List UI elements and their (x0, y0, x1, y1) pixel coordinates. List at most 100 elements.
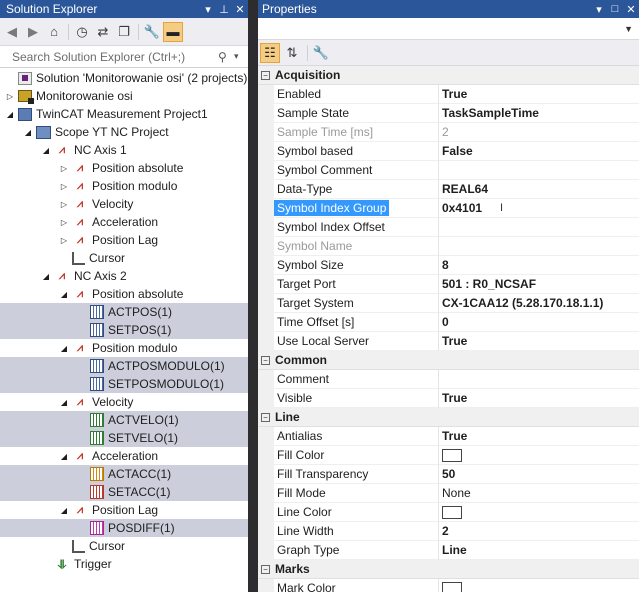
property-row[interactable]: Symbol Size 8 (258, 256, 639, 275)
tree-item[interactable]: ◢ Scope YT NC Project (0, 123, 248, 141)
property-row[interactable]: Fill Mode None (258, 484, 639, 503)
collapse-box-icon[interactable]: − (261, 355, 270, 365)
property-row[interactable]: Mark Color (258, 579, 639, 592)
property-value-cell[interactable]: 0x4101 (439, 199, 639, 218)
property-row[interactable]: Time Offset [s] 0 (258, 313, 639, 332)
property-value-cell[interactable]: None (439, 484, 639, 503)
property-row[interactable]: Antialias True (258, 427, 639, 446)
property-value-cell[interactable] (439, 370, 639, 389)
property-value-cell[interactable] (439, 446, 639, 465)
property-row[interactable]: Line Width 2 (258, 522, 639, 541)
tree-item[interactable]: ◢ ⩘ NC Axis 1 (0, 141, 248, 159)
tree-item[interactable]: Cursor (0, 537, 248, 555)
property-name-cell[interactable]: Symbol Comment (274, 161, 439, 180)
property-row[interactable]: Line Color (258, 503, 639, 522)
expanded-triangle-icon[interactable]: ◢ (4, 105, 16, 123)
property-value-cell[interactable]: 2 (439, 123, 639, 142)
expanded-triangle-icon[interactable]: ◢ (40, 267, 52, 285)
collapsed-triangle-icon[interactable]: ▷ (58, 177, 70, 195)
property-row[interactable]: Target System CX-1CAA12 (5.28.170.18.1.1) (258, 294, 639, 313)
property-name-cell[interactable]: Symbol Size (274, 256, 439, 275)
tree-item[interactable]: ▷ ⩘ Acceleration (0, 213, 248, 231)
property-name-cell[interactable]: Symbol based (274, 142, 439, 161)
property-name-cell[interactable]: Use Local Server (274, 332, 439, 351)
tree-item[interactable]: ▷ ⩘ Position absolute (0, 159, 248, 177)
property-name-cell[interactable]: Enabled (274, 85, 439, 104)
preview-selected-icon[interactable]: ▬ (163, 21, 183, 42)
sync-icon[interactable]: ⇄ (93, 22, 113, 42)
property-name-cell[interactable]: Comment (274, 370, 439, 389)
close-icon[interactable]: ✕ (232, 3, 248, 16)
tree-item[interactable]: SETPOSMODULO(1) (0, 375, 248, 393)
expanded-triangle-icon[interactable]: ◢ (58, 501, 70, 519)
property-name-cell[interactable]: Line Width (274, 522, 439, 541)
search-options-dropdown-icon[interactable]: ▾ (234, 51, 244, 62)
properties-wrench-icon[interactable]: 🔧 (142, 22, 162, 42)
property-name-cell[interactable]: Data-Type (274, 180, 439, 199)
color-swatch[interactable] (442, 505, 462, 519)
category-header[interactable]: − Common (258, 351, 639, 370)
tree-item[interactable]: ACTPOS(1) (0, 303, 248, 321)
property-value-cell[interactable]: False (439, 142, 639, 161)
tree-item[interactable]: ⥥ Trigger (0, 555, 248, 573)
property-row[interactable]: Symbol Comment (258, 161, 639, 180)
tree-item[interactable]: ◢ ⩘ NC Axis 2 (0, 267, 248, 285)
collapse-box-icon[interactable]: − (261, 564, 270, 574)
dropdown-arrow-icon[interactable]: ▾ (591, 3, 607, 16)
property-value-cell[interactable]: 8 (439, 256, 639, 275)
property-value-cell[interactable]: 50 (439, 465, 639, 484)
tree-item[interactable]: ◢ TwinCAT Measurement Project1 (0, 105, 248, 123)
property-value-cell[interactable]: TaskSampleTime (439, 104, 639, 123)
tree-item[interactable]: Solution 'Monitorowanie osi' (2 projects… (0, 69, 248, 87)
property-name-cell[interactable]: Time Offset [s] (274, 313, 439, 332)
tree-item[interactable]: ACTPOSMODULO(1) (0, 357, 248, 375)
back-icon[interactable]: ◀ (2, 22, 22, 42)
property-value-cell[interactable]: True (439, 389, 639, 408)
property-name-cell[interactable]: Fill Color (274, 446, 439, 465)
property-row[interactable]: Sample Time [ms] 2 (258, 123, 639, 142)
property-name-cell[interactable]: Sample State (274, 104, 439, 123)
expanded-triangle-icon[interactable]: ◢ (58, 339, 70, 357)
collapsed-triangle-icon[interactable]: ▷ (58, 159, 70, 177)
property-row[interactable]: Fill Color (258, 446, 639, 465)
property-row[interactable]: Symbol based False (258, 142, 639, 161)
property-name-cell[interactable]: Target System (274, 294, 439, 313)
property-value-cell[interactable]: 501 : R0_NCSAF (439, 275, 639, 294)
tree-item[interactable]: ◢ ⩘ Position absolute (0, 285, 248, 303)
tree-item[interactable]: ACTVELO(1) (0, 411, 248, 429)
property-name-cell[interactable]: Visible (274, 389, 439, 408)
search-input[interactable] (12, 49, 218, 64)
property-name-cell[interactable]: Graph Type (274, 541, 439, 560)
property-value-cell[interactable] (439, 218, 639, 237)
property-value-cell[interactable] (439, 161, 639, 180)
expanded-triangle-icon[interactable]: ◢ (40, 141, 52, 159)
property-row[interactable]: Fill Transparency 50 (258, 465, 639, 484)
tree-item[interactable]: Cursor (0, 249, 248, 267)
categorized-icon[interactable]: ☷ (260, 42, 280, 63)
pending-changes-icon[interactable]: ◷ (72, 22, 92, 42)
property-name-cell[interactable]: Fill Transparency (274, 465, 439, 484)
property-row[interactable]: Data-Type REAL64 (258, 180, 639, 199)
property-row[interactable]: Graph Type Line (258, 541, 639, 560)
expanded-triangle-icon[interactable]: ◢ (58, 285, 70, 303)
property-value-cell[interactable]: REAL64 (439, 180, 639, 199)
property-value-cell[interactable]: True (439, 85, 639, 104)
tree-item[interactable]: ▷ ⩘ Position Lag (0, 231, 248, 249)
category-header[interactable]: − Line (258, 408, 639, 427)
tree-item[interactable]: POSDIFF(1) (0, 519, 248, 537)
property-name-cell[interactable]: Symbol Index Offset (274, 218, 439, 237)
property-name-cell[interactable]: Antialias (274, 427, 439, 446)
property-value-cell[interactable]: CX-1CAA12 (5.28.170.18.1.1) (439, 294, 639, 313)
property-name-cell[interactable]: Target Port (274, 275, 439, 294)
copy-icon[interactable]: ❐ (114, 22, 134, 42)
expanded-triangle-icon[interactable]: ◢ (22, 123, 34, 141)
maximize-icon[interactable]: □ (607, 3, 623, 15)
property-row[interactable]: Enabled True (258, 85, 639, 104)
tree-item[interactable]: SETACC(1) (0, 483, 248, 501)
collapsed-triangle-icon[interactable]: ▷ (58, 213, 70, 231)
collapsed-triangle-icon[interactable]: ▷ (58, 231, 70, 249)
property-name-cell[interactable]: Line Color (274, 503, 439, 522)
property-value-cell[interactable]: 2 (439, 522, 639, 541)
property-name-cell[interactable]: Mark Color (274, 579, 439, 592)
forward-icon[interactable]: ▶ (23, 22, 43, 42)
